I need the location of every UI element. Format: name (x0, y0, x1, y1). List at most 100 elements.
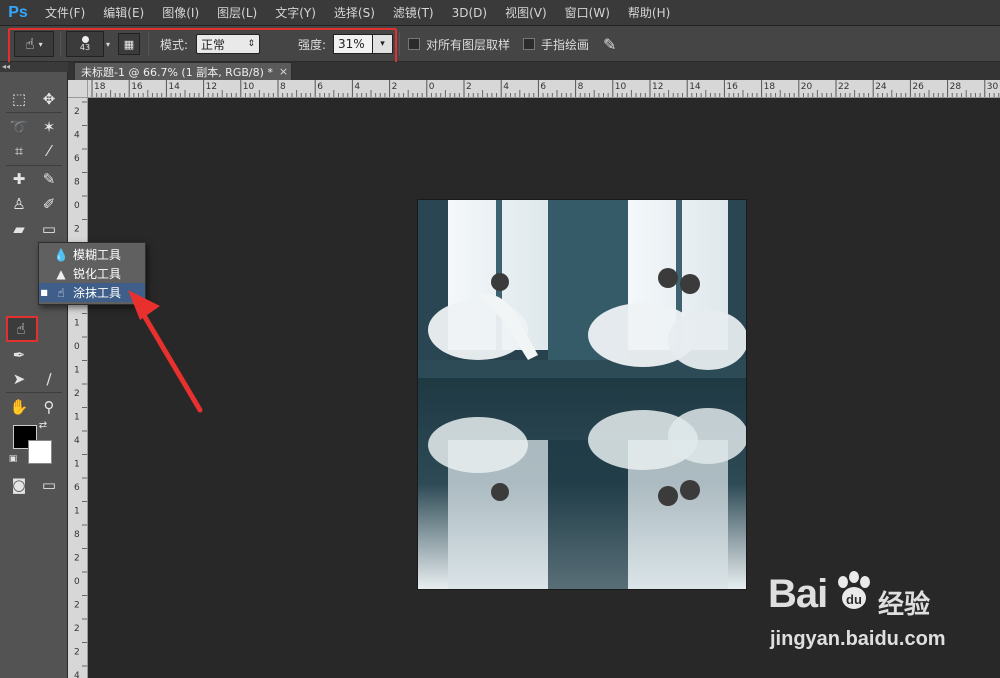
ruler-tick-label: 4 (354, 82, 360, 92)
strength-input[interactable]: 31% ▾ (333, 26, 393, 62)
sample-all-layers-label: 对所有图层取样 (426, 37, 511, 52)
hand-tool-icon[interactable]: ✋ (7, 396, 31, 418)
menu-select[interactable]: 选择(S) (325, 0, 384, 26)
strength-dropdown-button[interactable]: ▾ (373, 34, 393, 54)
horizontal-ruler[interactable]: 18 16 14 12 10 8 6 4 2 0 2 4 6 8 10 12 14 16 18 20 22 24 26 28 3… (88, 80, 1000, 98)
blur-tool-label: 模糊工具 (73, 248, 122, 262)
finger-painting-checkbox[interactable]: 手指绘画 (523, 26, 589, 62)
checkbox-box[interactable] (523, 38, 535, 50)
eraser-tool-icon[interactable]: ▰ (7, 218, 31, 240)
chevron-down-icon: ▾ (380, 39, 385, 49)
ruler-tick-label: 2 (74, 648, 80, 658)
svg-text:du: du (846, 592, 862, 607)
path-selection-tool-icon[interactable]: ➤ (7, 368, 31, 390)
ruler-tick-label: 16 (726, 82, 738, 92)
ruler-tick-label: 8 (578, 82, 584, 92)
finger-smudge-icon: ☝ (57, 285, 65, 300)
ruler-tick-label: 4 (74, 671, 80, 678)
tool-preset-picker[interactable]: ☝ ▾ (14, 26, 54, 62)
tools-panel: ⬚ ✥ ➰ ✶ ⌗ ⁄ ✚ ✎ ♙ ✐ ▰ ▭ ☝ ✒ ➤ ∕ ✋ ⚲ ⇄ ▣ … (0, 72, 68, 678)
close-tab-icon[interactable]: × (279, 65, 288, 78)
eyedropper-tool-icon[interactable]: ⁄ (37, 140, 61, 162)
brush-preset-picker[interactable]: 43 ▾ (66, 26, 110, 62)
toolpanel-collapse-bar[interactable]: ◂◂ (0, 62, 68, 72)
menu-help[interactable]: 帮助(H) (619, 0, 679, 26)
magic-wand-tool-icon[interactable]: ✶ (37, 116, 61, 138)
move-tool-icon[interactable]: ✥ (37, 88, 61, 110)
smudge-tool-icon[interactable]: ☝ (9, 318, 33, 340)
ruler-tick-label: 12 (652, 82, 663, 92)
quick-mask-icon[interactable]: ◙ (7, 474, 31, 496)
ruler-tick-label: 16 (131, 82, 143, 92)
menu-view[interactable]: 视图(V) (496, 0, 556, 26)
background-color-swatch[interactable] (28, 440, 52, 464)
vertical-ruler[interactable]: 2468024681012141618202224 (68, 98, 88, 678)
ruler-tick-label: 8 (280, 82, 286, 92)
gradient-tool-icon[interactable]: ▭ (37, 218, 61, 240)
zoom-tool-icon[interactable]: ⚲ (37, 396, 61, 418)
menu-filter[interactable]: 滤镜(T) (384, 0, 443, 26)
history-brush-tool-icon[interactable]: ✐ (37, 193, 61, 215)
menu-file[interactable]: 文件(F) (36, 0, 94, 26)
ruler-tick-label: 18 (764, 82, 776, 92)
clone-stamp-tool-icon[interactable]: ♙ (7, 193, 31, 215)
pressure-button[interactable]: ✎ (603, 26, 616, 62)
paw-logo-icon: du (838, 571, 870, 609)
jingyan-text: 经验 (878, 590, 931, 620)
mode-label: 模式: (160, 37, 189, 52)
menu-edit[interactable]: 编辑(E) (94, 0, 153, 26)
baidu-logo-text: Bai (768, 572, 828, 616)
brush-panel-toggle[interactable]: ▦ (118, 26, 140, 62)
ruler-tick-label: 1 (74, 413, 80, 423)
lasso-tool-icon[interactable]: ➰ (7, 116, 31, 138)
document-tab[interactable]: 未标题-1 @ 66.7% (1 副本, RGB/8) * × (74, 62, 292, 80)
menu-3d[interactable]: 3D(D) (443, 0, 496, 26)
ruler-tick-label: 1 (74, 460, 80, 470)
strength-value[interactable]: 31% (333, 34, 373, 54)
ruler-tick-label: 18 (94, 82, 106, 92)
screen-mode-icon[interactable]: ▭ (37, 474, 61, 496)
brush-tool-icon[interactable]: ✎ (37, 168, 61, 190)
checkbox-box[interactable] (408, 38, 420, 50)
document-image[interactable] (418, 200, 746, 589)
ruler-tick-label: 0 (429, 82, 435, 92)
ruler-tick-label: 26 (912, 82, 924, 92)
swap-colors-icon[interactable]: ⇄ (36, 418, 50, 432)
smudge-tool-label: 涂抹工具 (73, 286, 122, 300)
pen-tool-icon[interactable]: ✒ (7, 344, 31, 366)
ruler-tick-label: 0 (74, 577, 80, 587)
menu-layer[interactable]: 图层(L) (208, 0, 266, 26)
brush-size-value: 43 (79, 43, 91, 52)
rect-marquee-tool-icon[interactable]: ⬚ (7, 88, 31, 110)
line-tool-icon[interactable]: ∕ (37, 368, 61, 390)
divider (148, 32, 149, 56)
updown-arrow-icon: ⇕ (247, 39, 255, 49)
finger-painting-label: 手指绘画 (541, 37, 590, 52)
sharpen-tool-menu-item[interactable]: ▲ 锐化工具 (39, 264, 145, 283)
pen-pressure-icon: ✎ (603, 34, 617, 54)
crop-tool-icon[interactable]: ⌗ (7, 140, 31, 162)
baidu-jingyan-watermark: du Bai 经验 jingyan.baidu.com (740, 570, 980, 670)
default-colors-icon[interactable]: ▣ (6, 452, 20, 466)
ruler-tick-label: 12 (206, 82, 217, 92)
menu-window[interactable]: 窗口(W) (556, 0, 619, 26)
healing-brush-tool-icon[interactable]: ✚ (7, 168, 31, 190)
ruler-tick-label: 6 (74, 154, 80, 164)
menu-image[interactable]: 图像(I) (153, 0, 208, 26)
ruler-tick-label: 2 (74, 601, 80, 611)
options-bar: ☝ ▾ 43 ▾ ▦ 模式: 正常 ⇕ 强度: 31% ▾ 对所有图层取样 手指… (0, 26, 1000, 67)
menu-type[interactable]: 文字(Y) (266, 0, 325, 26)
horizontal-ruler-ticks: 18 16 14 12 10 8 6 4 2 0 2 4 6 8 10 12 14 16 18 20 22 24 26 28 3… (91, 80, 1000, 97)
ruler-corner (68, 80, 88, 98)
ruler-tick-label: 20 (801, 82, 813, 92)
sample-all-layers-checkbox[interactable]: 对所有图层取样 (408, 26, 510, 62)
ruler-tick-label: 2 (74, 389, 80, 399)
smudge-tool-icon: ☝ (25, 35, 35, 53)
document-tab-title: 未标题-1 @ 66.7% (1 副本, RGB/8) * (81, 65, 273, 79)
ruler-tick-label: 1 (74, 366, 80, 376)
blur-tool-menu-item[interactable]: 💧 模糊工具 (39, 245, 145, 264)
ruler-tick-label: 14 (168, 82, 180, 92)
mode-select[interactable]: 正常 ⇕ (196, 26, 260, 62)
ruler-tick-label: 2 (392, 82, 398, 92)
water-drop-icon: 💧 (53, 247, 69, 262)
